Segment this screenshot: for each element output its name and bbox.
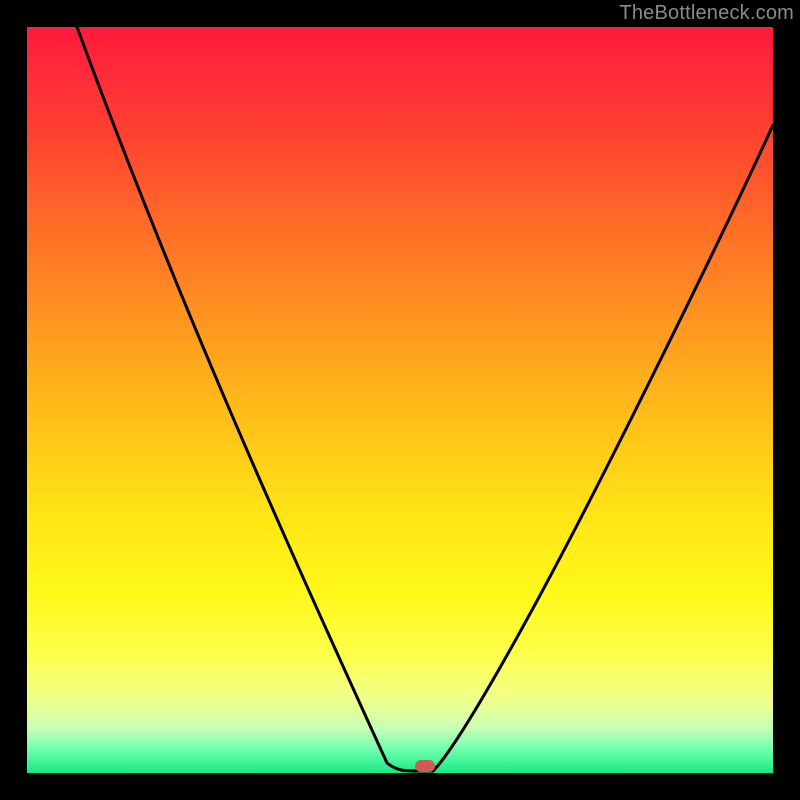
optimal-marker (415, 760, 435, 772)
bottleneck-curve (77, 27, 773, 771)
watermark-text: TheBottleneck.com (619, 2, 794, 25)
curve-layer (27, 27, 773, 773)
chart-frame: TheBottleneck.com (0, 0, 800, 800)
plot-area (27, 27, 773, 773)
